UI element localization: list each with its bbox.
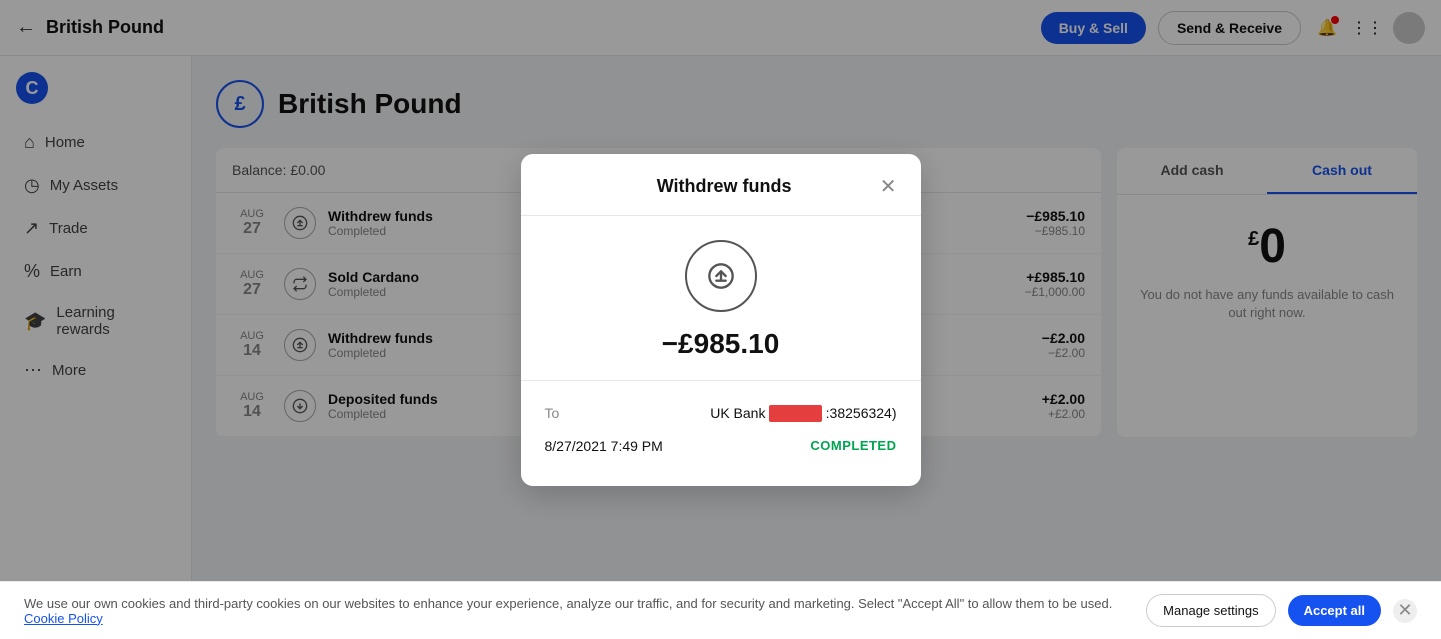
modal-title: Withdrew funds [569,176,880,197]
modal-amount: −£985.10 [545,328,897,360]
accept-all-button[interactable]: Accept all [1288,595,1381,626]
modal-divider [521,380,921,381]
modal-status-badge: COMPLETED [810,438,896,453]
modal-date-value: 8/27/2021 7:49 PM [545,438,663,454]
modal-redacted: •••••••• [769,405,821,422]
cookie-banner: We use our own cookies and third-party c… [0,581,1441,639]
modal: Withdrew funds ✕ −£985.10 To UK Bank •••… [521,154,921,486]
modal-to-value: UK Bank •••••••• :38256324) [710,405,896,422]
modal-to-row: To UK Bank •••••••• :38256324) [545,397,897,430]
modal-upload-icon [685,240,757,312]
cookie-close-button[interactable]: ✕ [1393,599,1417,623]
modal-body: −£985.10 To UK Bank •••••••• :38256324) … [521,216,921,486]
modal-date-row: 8/27/2021 7:49 PM COMPLETED [545,430,897,462]
cookie-policy-link[interactable]: Cookie Policy [24,611,103,626]
modal-overlay[interactable]: Withdrew funds ✕ −£985.10 To UK Bank •••… [0,0,1441,639]
manage-settings-button[interactable]: Manage settings [1146,594,1275,627]
modal-header: Withdrew funds ✕ [521,154,921,216]
modal-to-label: To [545,405,560,421]
cookie-text: We use our own cookies and third-party c… [24,596,1134,626]
modal-close-button[interactable]: ✕ [880,174,897,199]
